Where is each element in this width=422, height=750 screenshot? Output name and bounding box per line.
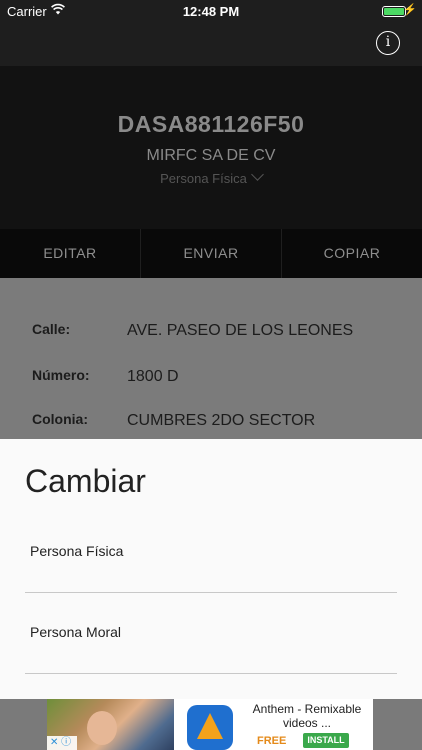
edit-button[interactable]: EDITAR <box>0 229 141 278</box>
option-label: Persona Física <box>30 543 124 559</box>
ad-title: Anthem - Remixable videos ... <box>252 702 362 730</box>
address-details: Calle: AVE. PASEO DE LOS LEONES Número: … <box>0 278 422 439</box>
send-button[interactable]: ENVIAR <box>141 229 282 278</box>
rfc-title: DASA881126F50 <box>117 111 305 137</box>
detail-value: CUMBRES 2DO SECTOR <box>127 412 316 429</box>
ad-price: FREE <box>257 735 287 747</box>
detail-label: Número: <box>32 367 90 383</box>
option-persona-fisica[interactable]: Persona Física <box>25 513 397 593</box>
option-label: Persona Moral <box>30 624 122 640</box>
install-button[interactable]: INSTALL <box>303 733 349 748</box>
info-icon[interactable]: i <box>376 31 400 55</box>
ad-content[interactable]: ✕ ⓘ Anthem - Remixable videos ... FREE I… <box>47 699 373 750</box>
status-bar: Carrier 12:48 PM ⚡ <box>0 0 422 22</box>
navigation-bar: i <box>0 22 422 66</box>
charging-icon: ⚡ <box>403 4 417 16</box>
persona-type-selector[interactable]: Persona Física <box>0 168 422 186</box>
copy-button[interactable]: COPIAR <box>282 229 422 278</box>
change-type-sheet: Cambiar Persona Física Persona Moral <box>0 439 422 699</box>
detail-label: Calle: <box>32 321 71 337</box>
app-icon <box>187 705 233 750</box>
adchoices-icon[interactable]: ✕ ⓘ <box>47 736 77 750</box>
company-name: MIRFC SA DE CV <box>146 147 276 164</box>
profile-header: DASA881126F50 MIRFC SA DE CV Persona Fís… <box>0 66 422 229</box>
detail-value: 1800 D <box>127 368 179 385</box>
option-persona-moral[interactable]: Persona Moral <box>25 594 397 674</box>
detail-label: Colonia: <box>32 411 88 427</box>
persona-type-label: Persona Física <box>160 171 247 186</box>
ad-banner: ✕ ⓘ Anthem - Remixable videos ... FREE I… <box>0 699 422 750</box>
chevron-down-icon <box>250 168 264 181</box>
ad-image: ✕ ⓘ <box>47 699 174 750</box>
action-bar: EDITAR ENVIAR COPIAR <box>0 229 422 278</box>
sheet-title: Cambiar <box>25 463 146 499</box>
clock: 12:48 PM <box>182 4 240 19</box>
detail-value: AVE. PASEO DE LOS LEONES <box>127 322 354 339</box>
